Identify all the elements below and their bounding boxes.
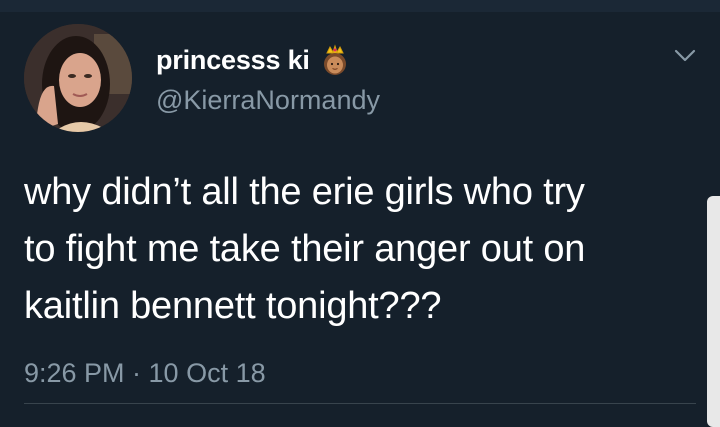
top-bar	[0, 0, 720, 12]
tweet-timestamp[interactable]: 9:26 PM · 10 Oct 18	[24, 357, 266, 389]
tweet-text: why didn’t all the erie girls who try to…	[24, 164, 694, 335]
scrollbar-thumb[interactable]	[707, 196, 720, 427]
display-name[interactable]: princesss ki	[156, 44, 310, 76]
avatar[interactable]	[24, 24, 132, 132]
chevron-down-icon[interactable]	[668, 42, 702, 68]
author-name-row: princesss ki	[156, 44, 350, 76]
princess-emoji-icon	[320, 44, 350, 76]
tweet-text-line: why didn’t all the erie girls who try	[24, 171, 585, 213]
tweet-text-line: to fight me take their anger out on	[24, 228, 586, 270]
author-handle[interactable]: @KierraNormandy	[156, 84, 380, 116]
tweet-text-line: kaitlin bennett tonight???	[24, 285, 442, 327]
divider	[24, 403, 696, 404]
